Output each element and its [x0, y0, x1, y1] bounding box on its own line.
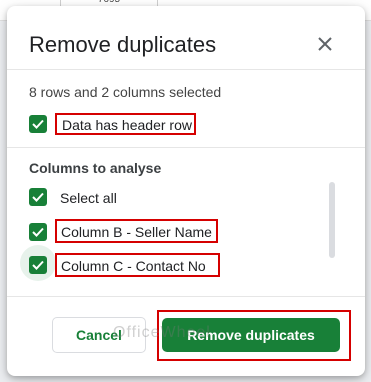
remove-duplicates-dialog: Remove duplicates 8 rows and 2 columns s… [7, 6, 365, 376]
checkmark-icon [32, 227, 44, 237]
select-all-label[interactable]: Select all [60, 190, 117, 206]
column-c-checkbox[interactable] [29, 256, 47, 274]
header-row-checkbox[interactable] [29, 115, 47, 133]
column-c-label[interactable]: Column C - Contact No [61, 258, 206, 274]
column-b-checkbox[interactable] [29, 223, 47, 241]
select-all-checkbox[interactable] [29, 188, 47, 206]
checkmark-icon [32, 260, 44, 270]
column-b-label[interactable]: Column B - Seller Name [61, 224, 212, 240]
header-row-label[interactable]: Data has header row [62, 117, 192, 133]
dialog-title: Remove duplicates [29, 32, 217, 57]
selection-summary: 8 rows and 2 columns selected [29, 84, 222, 100]
columns-section-title: Columns to analyse [29, 160, 162, 176]
divider [7, 296, 365, 297]
scrollbar[interactable] [329, 182, 335, 258]
checkmark-icon [32, 192, 44, 202]
close-icon[interactable] [313, 32, 337, 56]
divider [7, 147, 365, 148]
checkmark-icon [32, 119, 44, 129]
watermark-logo: OfficeWheel [113, 324, 211, 341]
divider [7, 69, 365, 70]
